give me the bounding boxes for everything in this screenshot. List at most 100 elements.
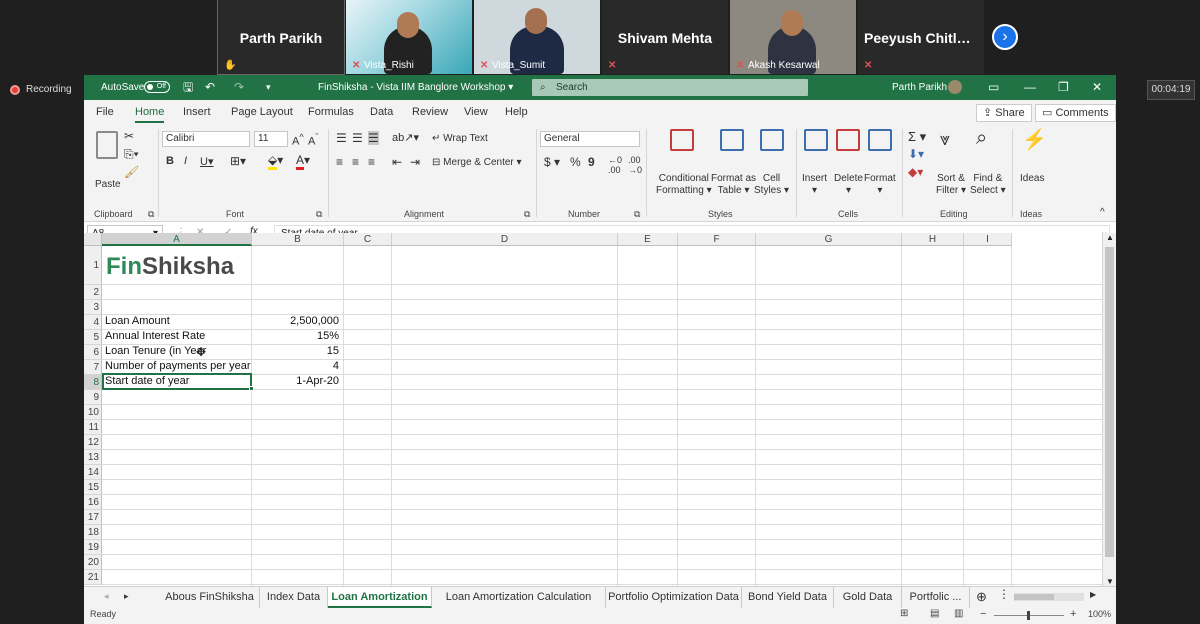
sheet-tab[interactable]: Bond Yield Data [742,587,834,608]
zoom-level[interactable]: 100% [1088,609,1111,619]
vertical-scrollbar[interactable]: ▲ ▼ [1102,233,1116,586]
sheet-tab[interactable]: Loan Amortization [328,587,432,608]
row-header-20[interactable]: 20 [84,555,102,570]
sheet-tab[interactable]: Loan Amortization Calculation [432,587,606,608]
tab-view[interactable]: View [464,100,488,125]
tab-page-layout[interactable]: Page Layout [231,100,293,125]
delete-cells-icon[interactable] [836,129,860,154]
undo-icon[interactable]: ↶ [205,75,215,100]
format-as-table-button[interactable]: Format as Table ▾ [711,173,756,197]
column-header-e[interactable]: E [618,233,678,246]
copy-icon[interactable]: ⎘▾ [124,147,139,162]
column-header-i[interactable]: I [964,233,1012,246]
cell-A4[interactable]: Loan Amount [105,315,251,327]
align-bottom-icon[interactable]: ☰ [368,131,379,145]
ideas-icon[interactable]: ⚡ [1022,127,1047,152]
column-header-d[interactable]: D [392,233,618,246]
sheet-tab[interactable]: Gold Data [834,587,902,608]
tab-insert[interactable]: Insert [183,100,211,125]
bold-icon[interactable]: B [166,155,174,167]
paste-icon[interactable] [96,131,118,159]
participant-tile[interactable]: ✕ Vista_Rishi [346,0,472,74]
cell-styles-button[interactable]: Cell Styles ▾ [754,173,789,197]
sheet-tab[interactable]: Portfolio Optimization Data [606,587,742,608]
row-header-14[interactable]: 14 [84,465,102,480]
page-layout-view-icon[interactable]: ▤ [930,608,939,619]
avatar[interactable] [948,80,962,94]
cell-B5[interactable]: 15% [252,330,339,342]
merge-center-button[interactable]: ⊟ Merge & Center ▾ [432,157,522,168]
tab-data[interactable]: Data [370,100,393,125]
minimize-icon[interactable]: — [1024,75,1036,100]
dialog-launcher-icon[interactable]: ⧉ [634,209,640,220]
conditional-formatting-icon[interactable] [670,129,694,154]
format-painter-icon[interactable]: 🖌 [124,165,139,179]
user-name[interactable]: Parth Parikh [892,75,947,100]
increase-indent-icon[interactable]: ⇥ [410,155,420,169]
wrap-text-button[interactable]: ↵ Wrap Text [432,133,488,144]
row-header-10[interactable]: 10 [84,405,102,420]
zoom-slider-thumb[interactable] [1027,611,1030,620]
zoom-in-icon[interactable]: + [1070,608,1076,620]
save-icon[interactable]: 🖫 [183,75,193,100]
dialog-launcher-icon[interactable]: ⧉ [148,209,154,220]
scroll-thumb[interactable] [1105,247,1114,557]
orientation-icon[interactable]: ab↗▾ [392,131,419,144]
row-header-16[interactable]: 16 [84,495,102,510]
share-button[interactable]: ⇪ Share [976,104,1032,122]
dialog-launcher-icon[interactable]: ⧉ [524,209,530,220]
row-header-3[interactable]: 3 [84,300,102,315]
customize-toolbar-icon[interactable]: ▾ [266,75,271,100]
page-break-view-icon[interactable]: ▥ [954,608,963,619]
row-header-5[interactable]: 5 [84,330,102,345]
autosave-toggle[interactable]: Off [144,75,170,100]
previous-sheet-icon[interactable]: ◂ [104,591,109,602]
row-header-13[interactable]: 13 [84,450,102,465]
cell-A6[interactable]: Loan Tenure (in Year [105,345,251,357]
find-icon[interactable]: ⌕ [976,127,987,150]
row-header-11[interactable]: 11 [84,420,102,435]
scroll-right-icon[interactable]: ▶ [1090,590,1096,599]
insert-cells-icon[interactable] [804,129,828,154]
align-center-icon[interactable]: ≡ [352,155,359,169]
scroll-down-icon[interactable]: ▼ [1106,577,1114,586]
tab-home[interactable]: Home [135,100,165,125]
underline-icon[interactable]: U▾ [200,155,213,168]
row-header-18[interactable]: 18 [84,525,102,540]
delete-cells-button[interactable]: Delete ▾ [834,173,863,197]
sort-filter-icon[interactable]: ⩔ [940,129,950,150]
italic-icon[interactable]: I [184,155,187,167]
tab-help[interactable]: Help [505,100,528,125]
row-header-21[interactable]: 21 [84,570,102,585]
autosum-icon[interactable]: Σ ▾ [908,129,926,145]
format-cells-icon[interactable] [868,129,892,154]
decrease-decimal-icon[interactable]: .00 →0 [628,155,642,175]
align-top-icon[interactable]: ☰ [336,131,347,145]
decrease-indent-icon[interactable]: ⇤ [392,155,402,169]
zoom-slider[interactable] [994,611,1064,620]
ideas-button[interactable]: Ideas [1020,173,1044,184]
normal-view-icon[interactable]: ⊞ [900,608,908,619]
column-header-g[interactable]: G [756,233,902,246]
increase-font-icon[interactable]: A^ [292,132,304,148]
align-right-icon[interactable]: ≡ [368,155,375,169]
row-header-15[interactable]: 15 [84,480,102,495]
participant-tile[interactable]: ✕ Vista_Sumit [474,0,600,74]
format-cells-button[interactable]: Format ▾ [864,173,896,197]
row-header-9[interactable]: 9 [84,390,102,405]
align-middle-icon[interactable]: ☰ [352,131,363,145]
row-header-8[interactable]: 8 [84,375,102,390]
row-header-4[interactable]: 4 [84,315,102,330]
participant-tile[interactable]: Parth Parikh ✋ [217,0,345,75]
format-as-table-icon[interactable] [720,129,744,154]
horizontal-scroll-thumb[interactable] [1014,594,1054,600]
search-input[interactable]: ⌕ Search [532,79,808,96]
fill-color-icon[interactable]: ⬙▾ [268,153,283,170]
column-header-b[interactable]: B [252,233,344,246]
paste-button[interactable]: Paste [95,179,121,190]
column-header-f[interactable]: F [678,233,756,246]
close-icon[interactable]: ✕ [1092,75,1102,100]
percent-icon[interactable]: % [570,155,581,169]
sheet-tab[interactable]: Index Data [260,587,328,608]
scroll-up-icon[interactable]: ▲ [1106,233,1114,242]
